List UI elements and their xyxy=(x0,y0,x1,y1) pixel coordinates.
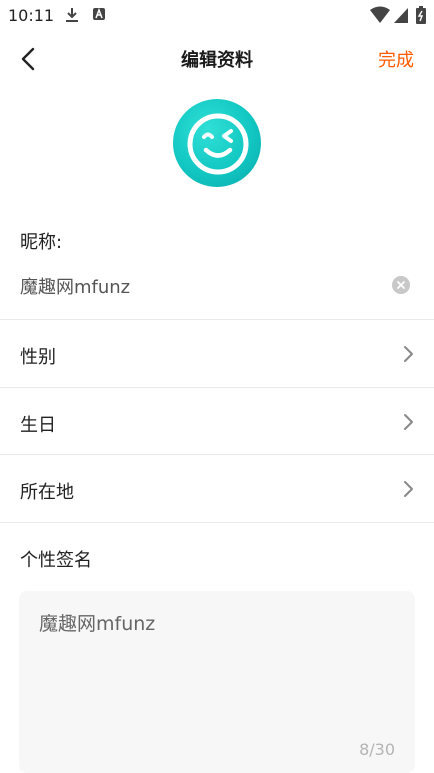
signature-text: 魔趣网mfunz xyxy=(39,613,156,635)
gender-label: 性别 xyxy=(20,347,56,368)
character-counter: 8/30 xyxy=(359,740,395,759)
done-button[interactable]: 完成 xyxy=(378,46,414,72)
download-icon xyxy=(66,8,78,22)
birthday-row[interactable]: 生日 xyxy=(0,389,434,455)
divider xyxy=(0,319,434,320)
birthday-label: 生日 xyxy=(20,415,56,436)
battery-icon xyxy=(416,6,426,24)
nickname-input[interactable] xyxy=(20,272,380,300)
location-label: 所在地 xyxy=(20,482,74,503)
divider xyxy=(0,387,434,388)
signal-icon xyxy=(394,8,408,23)
app-notification-icon xyxy=(93,7,105,20)
wifi-icon xyxy=(370,6,390,23)
location-row[interactable]: 所在地 xyxy=(0,456,434,522)
status-time: 10:11 xyxy=(8,6,55,25)
divider xyxy=(0,522,434,523)
status-bar: 10:11 xyxy=(0,0,434,30)
chevron-right-icon xyxy=(404,346,413,362)
signature-label: 个性签名 xyxy=(20,550,92,571)
signature-textarea[interactable]: 魔趣网mfunz 8/30 xyxy=(19,591,415,773)
chevron-right-icon xyxy=(404,481,413,497)
gender-row[interactable]: 性别 xyxy=(0,321,434,387)
chevron-right-icon xyxy=(404,414,413,430)
page-title: 编辑资料 xyxy=(181,50,253,71)
navigation-bar: 编辑资料 完成 xyxy=(0,36,434,82)
avatar[interactable] xyxy=(173,99,261,187)
clear-icon[interactable] xyxy=(392,276,410,294)
divider xyxy=(0,454,434,455)
winking-face-icon xyxy=(187,113,249,175)
nickname-label: 昵称: xyxy=(20,232,63,253)
